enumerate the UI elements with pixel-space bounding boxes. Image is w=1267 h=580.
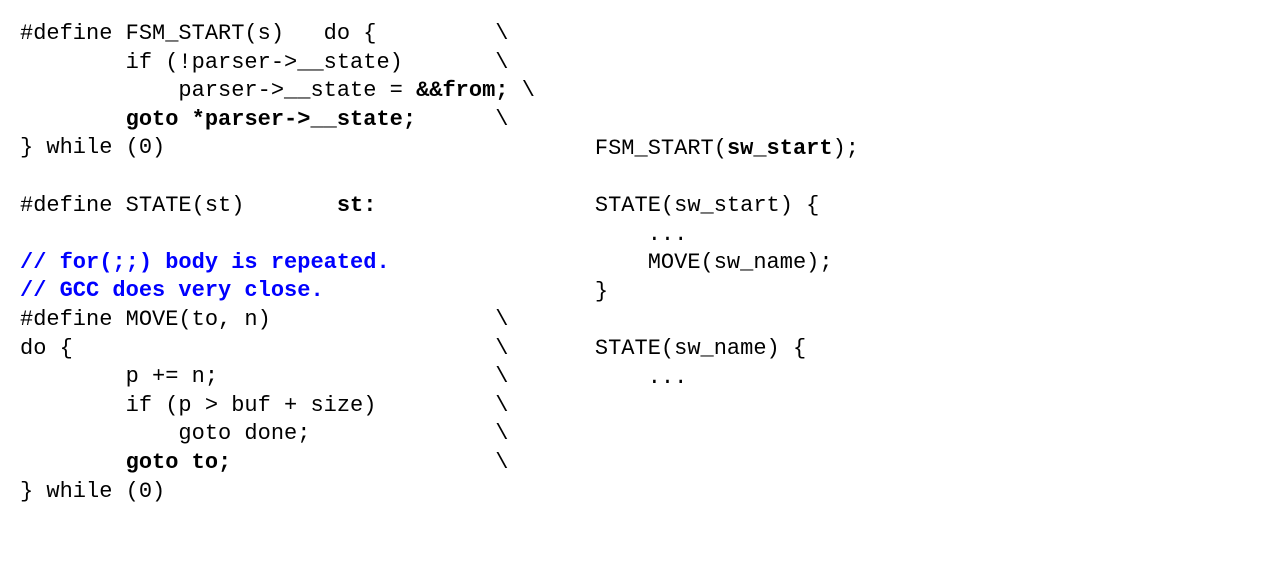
code-container: #define FSM_START(s) do { \ if (!parser-… <box>20 20 1247 506</box>
code-line: if (p > buf + size) \ <box>20 393 508 418</box>
code-line: ); <box>833 136 859 161</box>
code-bold: sw_start <box>727 136 833 161</box>
code-bold: goto to; <box>126 450 232 475</box>
code-line: #define STATE(st) <box>20 193 337 218</box>
code-line: \ <box>509 78 535 103</box>
code-bold: &&from; <box>416 78 508 103</box>
code-line: STATE(sw_name) { <box>595 336 806 361</box>
code-line: MOVE(sw_name); <box>595 250 833 275</box>
code-line: } while (0) <box>20 479 165 504</box>
right-column: FSM_START(sw_start); STATE(sw_start) { .… <box>595 20 859 392</box>
code-line: goto done; \ <box>20 421 508 446</box>
left-column: #define FSM_START(s) do { \ if (!parser-… <box>20 20 535 506</box>
code-line: \ <box>231 450 508 475</box>
code-line: ... <box>595 222 687 247</box>
code-line: if (!parser->__state) \ <box>20 50 508 75</box>
comment-line: // GCC does very close. <box>20 278 324 303</box>
code-line: #define MOVE(to, n) \ <box>20 307 508 332</box>
blank-line <box>595 165 608 190</box>
blank-line <box>595 308 608 333</box>
code-line: } while (0) <box>20 135 165 160</box>
code-line: FSM_START( <box>595 136 727 161</box>
code-line: } <box>595 279 608 304</box>
code-line: ... <box>595 365 687 390</box>
code-line: parser->__state = <box>20 78 416 103</box>
comment-line: // for(;;) body is repeated. <box>20 250 390 275</box>
code-bold: st: <box>337 193 377 218</box>
code-line: #define FSM_START(s) do { \ <box>20 21 508 46</box>
code-line: \ <box>416 107 508 132</box>
blank-line <box>20 164 33 189</box>
code-line: p += n; \ <box>20 364 508 389</box>
code-line: do { \ <box>20 336 508 361</box>
code-line <box>20 450 126 475</box>
code-line <box>20 107 126 132</box>
code-bold: goto *parser->__state; <box>126 107 416 132</box>
code-line: STATE(sw_start) { <box>595 193 819 218</box>
blank-line <box>20 221 33 246</box>
